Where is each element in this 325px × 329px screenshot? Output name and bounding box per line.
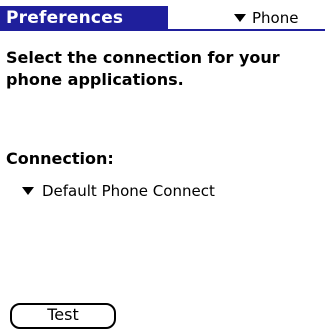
test-button[interactable]: Test	[10, 303, 116, 329]
connection-label: Connection:	[6, 149, 114, 168]
title-underline	[0, 29, 325, 31]
instruction-line-1: Select the connection for your	[6, 48, 280, 67]
category-picker[interactable]: Phone	[234, 8, 298, 28]
instruction-line-2: phone applications.	[6, 70, 184, 89]
triangle-down-icon	[234, 14, 246, 22]
instruction-text: Select the connection for your phone app…	[6, 47, 325, 91]
app-title[interactable]: Preferences	[0, 6, 168, 30]
connection-value: Default Phone Connect	[42, 182, 215, 200]
category-label: Phone	[252, 9, 299, 27]
title-bar: Preferences Phone	[0, 0, 325, 32]
connection-picker[interactable]: Default Phone Connect	[22, 180, 215, 202]
triangle-down-icon	[22, 187, 34, 195]
